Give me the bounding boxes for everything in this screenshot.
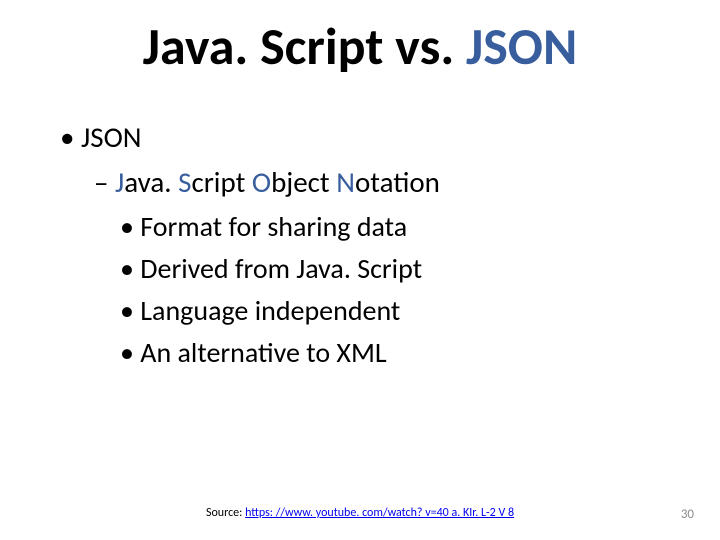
acronym-row: Java. Script Object Notation [94,164,440,200]
content-area: JSON Java. Script Object Notation Format… [60,118,680,375]
acronym-n: N [336,164,355,200]
acronym-o: O [252,164,271,200]
acronym-j: J [115,164,124,200]
bullet-level-3: Format for sharing data Derived from Jav… [60,208,680,371]
bullet-level-2: Java. Script Object Notation [60,163,680,202]
source-line: Source: https: //www. youtube. com/watch… [0,506,720,520]
slide: Java. Script vs. JSON JSON Java. Script … [0,0,720,540]
acronym-four: otation [355,164,440,200]
source-label: Source: [206,506,245,520]
source-link[interactable]: https: //www. youtube. com/watch? v=40 a… [245,506,514,520]
title-highlight: JSON [466,14,577,78]
point-xml: An alternative to XML [120,334,680,372]
bullet-level-1: JSON [60,118,680,157]
bullet-json: JSON [60,119,142,155]
slide-title: Java. Script vs. JSON [0,14,720,78]
point-format: Format for sharing data [120,208,680,246]
page-number: 30 [681,507,694,522]
acronym-one: ava. [124,164,178,200]
acronym-three: bject [271,164,336,200]
point-derived: Derived from Java. Script [120,250,680,288]
acronym-two: cript [191,164,251,200]
acronym-s: S [178,164,191,200]
point-language: Language independent [120,292,680,330]
title-pre: Java. Script vs. [143,14,466,78]
